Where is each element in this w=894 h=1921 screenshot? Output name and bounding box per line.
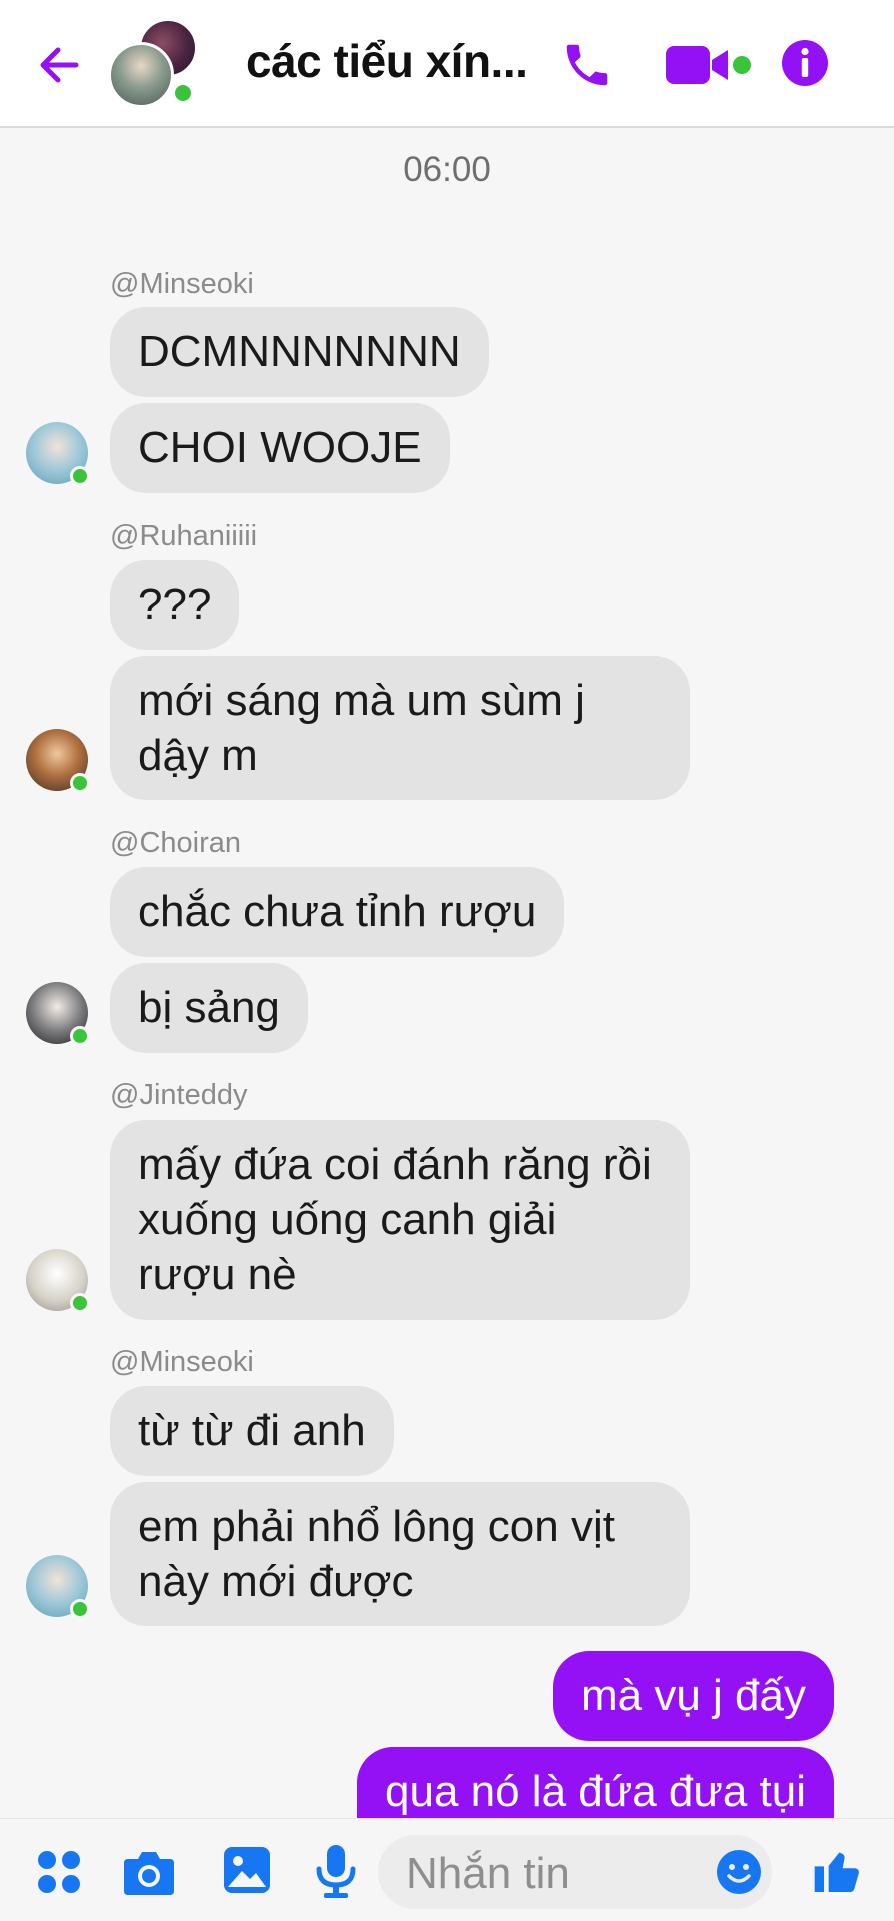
back-arrow-icon[interactable] [34, 40, 84, 90]
message-bubble[interactable]: ??? [110, 560, 240, 650]
message-input-placeholder: Nhắn tin [406, 1849, 570, 1898]
gallery-icon[interactable] [222, 1845, 272, 1895]
sender-name: @Minseoki [110, 268, 254, 300]
online-indicator [70, 466, 90, 486]
phone-call-icon[interactable] [560, 38, 614, 92]
group-avatar[interactable] [108, 18, 208, 108]
online-indicator [70, 1026, 90, 1046]
online-indicator [70, 1599, 90, 1619]
online-indicator [70, 773, 90, 793]
message-bubble[interactable]: chắc chưa tỉnh rượu [110, 867, 565, 957]
microphone-icon[interactable] [314, 1843, 358, 1899]
sender-name: @Ruhaniiiii [110, 520, 258, 552]
sender-avatar[interactable] [26, 422, 90, 486]
chat-header: các tiểu xín... [0, 0, 894, 128]
sender-avatar[interactable] [26, 729, 90, 793]
emoji-icon[interactable] [716, 1849, 762, 1895]
message-bubble[interactable]: em phải nhổ lông con vịt này mới được [110, 1482, 690, 1626]
timestamp: 06:00 [403, 150, 491, 189]
video-call-icon[interactable] [664, 40, 754, 90]
sender-name: @Jinteddy [110, 1079, 248, 1111]
conversation-title[interactable]: các tiểu xín... [246, 34, 528, 88]
composer-bar: Nhắn tin [0, 1818, 894, 1921]
like-icon[interactable] [810, 1843, 866, 1899]
message-bubble[interactable]: mấy đứa coi đánh răng rồi xuống uống can… [110, 1120, 690, 1320]
outgoing-message-bubble[interactable]: mà vụ j đấy [553, 1651, 834, 1741]
message-bubble[interactable]: DCMNNNNNNN [110, 307, 489, 397]
apps-icon[interactable] [36, 1849, 82, 1895]
sender-avatar[interactable] [26, 1249, 90, 1313]
sender-name: @Minseoki [110, 1346, 254, 1378]
member-avatar-front [108, 42, 174, 108]
message-input[interactable]: Nhắn tin [378, 1835, 772, 1909]
online-indicator [70, 1293, 90, 1313]
camera-icon[interactable] [122, 1847, 176, 1897]
message-bubble[interactable]: CHOI WOOJE [110, 403, 450, 493]
sender-avatar[interactable] [26, 1555, 90, 1619]
message-bubble[interactable]: mới sáng mà um sùm j dậy m [110, 656, 690, 800]
sender-name: @Choiran [110, 827, 241, 859]
sender-avatar[interactable] [26, 982, 90, 1046]
info-icon[interactable] [780, 38, 830, 88]
message-bubble[interactable]: từ từ đi anh [110, 1386, 394, 1476]
online-indicator [172, 82, 194, 104]
message-bubble[interactable]: bị sảng [110, 963, 308, 1053]
